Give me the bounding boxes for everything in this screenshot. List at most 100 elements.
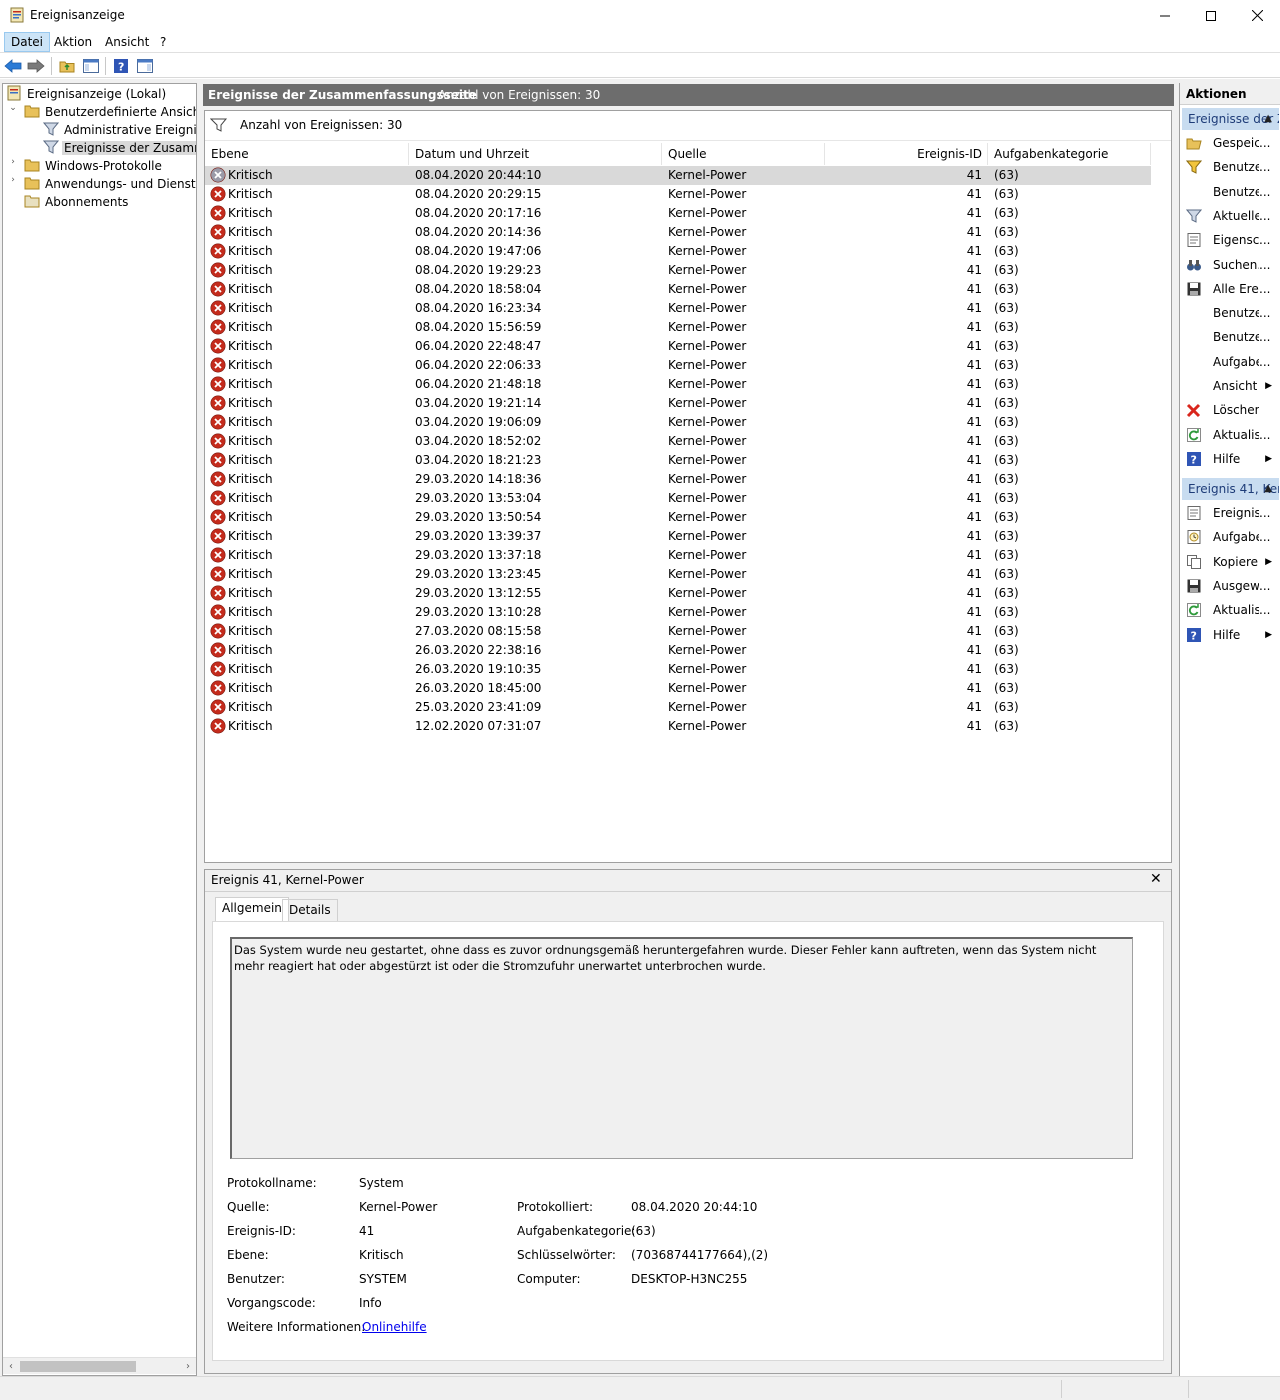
action-event-item[interactable]: Aktualisieren...	[1184, 599, 1279, 621]
event-description[interactable]: Das System wurde neu gestartet, ohne das…	[230, 937, 1133, 1159]
table-row[interactable]: Kritisch 08.04.2020 20:17:16 Kernel-Power 4…	[205, 204, 1151, 223]
table-row[interactable]: Kritisch 29.03.2020 13:53:04 Kernel-Power 4…	[205, 489, 1151, 508]
chevron-up-icon[interactable]: ▲	[1264, 478, 1272, 500]
table-row[interactable]: Kritisch 08.04.2020 18:58:04 Kernel-Power 4…	[205, 280, 1151, 299]
tree-item-windows-logs[interactable]: Windows-Protokolle	[24, 157, 164, 175]
value-computer[interactable]: DESKTOP-H3NC255	[631, 1272, 747, 1286]
tree-item-root[interactable]: Ereignisanzeige (Lokal)	[6, 85, 168, 103]
chevron-down-icon[interactable]: ⌄	[8, 103, 18, 121]
value-opcode[interactable]: Info	[359, 1296, 382, 1310]
action-view-item[interactable]: Benutzerdefinierte Ansicht erstellen....…	[1184, 156, 1279, 178]
tree-item-subscriptions[interactable]: Abonnements	[24, 193, 130, 211]
action-view-item[interactable]: Aktuelle benutzerdefinierte Ansicht filt…	[1184, 205, 1279, 227]
table-row[interactable]: Kritisch 08.04.2020 20:44:10 Kernel-Power 4…	[205, 166, 1151, 185]
table-row[interactable]: Kritisch 03.04.2020 19:06:09 Kernel-Power 4…	[205, 413, 1151, 432]
close-icon[interactable]: ✕	[1150, 871, 1162, 887]
value-user[interactable]: SYSTEM	[359, 1272, 407, 1286]
value-source[interactable]: Kernel-Power	[359, 1200, 437, 1214]
table-row[interactable]: Kritisch 03.04.2020 18:52:02 Kernel-Power 4…	[205, 432, 1151, 451]
up-folder-button[interactable]	[58, 57, 76, 75]
action-event-item[interactable]: Ausgewählte Ereignisse speichern......	[1184, 575, 1279, 597]
action-view-item[interactable]: Löschen	[1184, 399, 1279, 421]
show-hide-actions-button[interactable]	[136, 57, 154, 75]
table-row[interactable]: Kritisch 29.03.2020 13:50:54 Kernel-Power 4…	[205, 508, 1151, 527]
table-row[interactable]: Kritisch 29.03.2020 13:10:28 Kernel-Power 4…	[205, 603, 1151, 622]
table-row[interactable]: Kritisch 29.03.2020 13:23:45 Kernel-Power 4…	[205, 565, 1151, 584]
action-view-item[interactable]: Suchen......	[1184, 254, 1279, 276]
value-logged[interactable]: 08.04.2020 20:44:10	[631, 1200, 757, 1214]
table-row[interactable]: Kritisch 08.04.2020 19:29:23 Kernel-Power 4…	[205, 261, 1151, 280]
tree-horizontal-scrollbar[interactable]: ‹ ›	[3, 1357, 196, 1374]
online-help-link[interactable]: Onlinehilfe	[362, 1320, 427, 1334]
scrollbar-thumb[interactable]	[20, 1361, 136, 1372]
chevron-up-icon[interactable]: ▲	[1264, 108, 1272, 130]
menu-datei[interactable]: Datei	[4, 32, 51, 52]
column-header-source[interactable]: Quelle	[662, 143, 825, 165]
chevron-right-icon[interactable]: ›	[8, 175, 18, 193]
table-row[interactable]: Kritisch 08.04.2020 16:23:34 Kernel-Power 4…	[205, 299, 1151, 318]
tab-general[interactable]: Allgemein	[215, 897, 289, 921]
column-header-event-id[interactable]: Ereignis-ID	[825, 143, 988, 165]
column-header-task-category[interactable]: Aufgabenkategorie	[988, 143, 1151, 165]
action-view-item[interactable]: Benutzerdefinierte Ansicht kopieren.....…	[1184, 326, 1279, 348]
action-view-item[interactable]: Aktualisieren...	[1184, 424, 1279, 446]
minimize-button[interactable]	[1142, 0, 1188, 31]
action-view-item[interactable]: Ansicht ▶	[1184, 375, 1279, 397]
menu-aktion[interactable]: Aktion	[48, 32, 98, 52]
action-view-item[interactable]: ? Hilfe ▶	[1184, 448, 1279, 470]
scroll-right-icon[interactable]: ›	[180, 1358, 196, 1375]
table-row[interactable]: Kritisch 12.02.2020 07:31:07 Kernel-Power 4…	[205, 717, 1151, 736]
action-view-item[interactable]: Benutzerdefinierte Ansicht exportieren..…	[1184, 302, 1279, 324]
table-row[interactable]: Kritisch 29.03.2020 13:39:37 Kernel-Power 4…	[205, 527, 1151, 546]
maximize-button[interactable]	[1188, 0, 1234, 31]
action-event-item[interactable]: ? Hilfe ▶	[1184, 624, 1279, 646]
table-row[interactable]: Kritisch 08.04.2020 20:14:36 Kernel-Power 4…	[205, 223, 1151, 242]
table-row[interactable]: Kritisch 08.04.2020 20:29:15 Kernel-Power 4…	[205, 185, 1151, 204]
back-button[interactable]	[4, 57, 22, 75]
table-row[interactable]: Kritisch 08.04.2020 19:47:06 Kernel-Power 4…	[205, 242, 1151, 261]
table-row[interactable]: Kritisch 29.03.2020 13:37:18 Kernel-Power 4…	[205, 546, 1151, 565]
table-row[interactable]: Kritisch 06.04.2020 21:48:18 Kernel-Power 4…	[205, 375, 1151, 394]
action-view-item[interactable]: Eigenschaften...	[1184, 229, 1279, 251]
action-view-item[interactable]: Benutzerdefinierte Ansicht importieren..…	[1184, 181, 1279, 203]
show-hide-tree-button[interactable]	[82, 57, 100, 75]
action-event-item[interactable]: Ereigniseigenschaften...	[1184, 502, 1279, 524]
tree-item-admin-events[interactable]: Administrative Ereignisse	[43, 121, 196, 139]
forward-button[interactable]	[27, 57, 45, 75]
table-row[interactable]: Kritisch 03.04.2020 19:21:14 Kernel-Power 4…	[205, 394, 1151, 413]
actions-section-event[interactable]: Ereignis 41, Kernel-Power ▲	[1182, 478, 1279, 500]
menu-ansicht[interactable]: Ansicht	[99, 32, 155, 52]
help-button[interactable]: ?	[112, 57, 130, 75]
tree-item-summary-events[interactable]: Ereignisse der Zusammenfassungsseite	[43, 139, 196, 157]
chevron-right-icon[interactable]: ›	[8, 157, 18, 175]
table-row[interactable]: Kritisch 29.03.2020 14:18:36 Kernel-Power 4…	[205, 470, 1151, 489]
actions-section-view[interactable]: Ereignisse der Zusammenfassungsseite ▲	[1182, 108, 1279, 130]
tree-item-custom-views[interactable]: Benutzerdefinierte Ansichten	[24, 103, 196, 121]
action-event-item[interactable]: Kopieren ▶	[1184, 551, 1279, 573]
close-button[interactable]	[1234, 0, 1280, 31]
table-row[interactable]: Kritisch 06.04.2020 22:48:47 Kernel-Power 4…	[205, 337, 1151, 356]
table-row[interactable]: Kritisch 26.03.2020 18:45:00 Kernel-Power 4…	[205, 679, 1151, 698]
action-view-item[interactable]: Gespeicherte Protokolldatei öffnen......	[1184, 132, 1279, 154]
tree-item-app-logs[interactable]: Anwendungs- und Dienstprotokolle	[24, 175, 196, 193]
value-level[interactable]: Kritisch	[359, 1248, 404, 1262]
action-view-item[interactable]: Aufgabe an diese benutzerdefinierte Ansi…	[1184, 351, 1279, 373]
tab-details[interactable]: Details	[282, 899, 338, 921]
menu-help[interactable]: ?	[154, 32, 172, 52]
table-row[interactable]: Kritisch 06.04.2020 22:06:33 Kernel-Power 4…	[205, 356, 1151, 375]
value-keywords[interactable]: (70368744177664),(2)	[631, 1248, 768, 1262]
column-header-level[interactable]: Ebene	[205, 143, 409, 165]
column-header-datetime[interactable]: Datum und Uhrzeit	[409, 143, 662, 165]
table-row[interactable]: Kritisch 26.03.2020 22:38:16 Kernel-Power 4…	[205, 641, 1151, 660]
value-task-category[interactable]: (63)	[631, 1224, 656, 1238]
value-event-id[interactable]: 41	[359, 1224, 374, 1238]
table-row[interactable]: Kritisch 08.04.2020 15:56:59 Kernel-Power 4…	[205, 318, 1151, 337]
table-row[interactable]: Kritisch 25.03.2020 23:41:09 Kernel-Power 4…	[205, 698, 1151, 717]
table-row[interactable]: Kritisch 29.03.2020 13:12:55 Kernel-Power 4…	[205, 584, 1151, 603]
table-row[interactable]: Kritisch 03.04.2020 18:21:23 Kernel-Power 4…	[205, 451, 1151, 470]
value-log-name[interactable]: System	[359, 1176, 404, 1190]
action-view-item[interactable]: Alle Ereignisse speichern als......	[1184, 278, 1279, 300]
table-row[interactable]: Kritisch 27.03.2020 08:15:58 Kernel-Power 4…	[205, 622, 1151, 641]
action-event-item[interactable]: Aufgabe an dieses Ereignis anfügen......	[1184, 526, 1279, 548]
table-row[interactable]: Kritisch 26.03.2020 19:10:35 Kernel-Power 4…	[205, 660, 1151, 679]
